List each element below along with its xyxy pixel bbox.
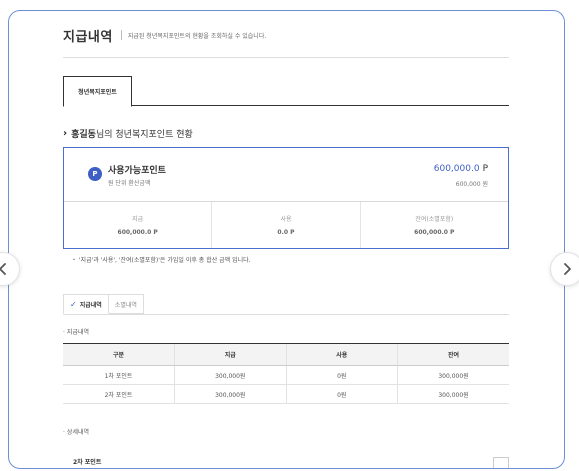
sub-tab-underline bbox=[63, 314, 509, 315]
stat-value: 600,000.0 P bbox=[414, 229, 455, 236]
table-cell: 300,000원 bbox=[397, 384, 509, 404]
status-heading: › 홍길동 님의 청년복지포인트 현황 bbox=[63, 127, 193, 140]
tab-expiry-history[interactable]: 소멸내역 bbox=[108, 294, 144, 314]
stat-balance: 잔여(소멸포함) 600,000.0 P bbox=[359, 202, 508, 248]
section-payment-text: 지급내역 bbox=[66, 329, 90, 336]
bullet-icon: · bbox=[63, 429, 65, 436]
available-point-sublabel: 원 단위 환산금액 bbox=[108, 180, 151, 187]
title-underline bbox=[63, 57, 509, 58]
table-cell: 300,000원 bbox=[174, 365, 286, 385]
table-cell: 0원 bbox=[285, 365, 398, 385]
stat-label: 사용 bbox=[280, 216, 292, 223]
column-header: 사용 bbox=[285, 343, 398, 366]
tab-label: 지급내역 bbox=[79, 301, 102, 309]
column-header: 구분 bbox=[63, 343, 175, 366]
table-row: 1차 포인트 300,000원 0원 300,000원 bbox=[63, 365, 509, 385]
chevron-left-icon bbox=[0, 263, 6, 275]
chevron-right-icon bbox=[564, 263, 571, 275]
stat-value: 600,000.0 P bbox=[117, 229, 158, 236]
title-row: 지급내역 지급된 청년복지포인트의 현황을 조회하실 수 있습니다. bbox=[63, 25, 266, 45]
available-point-row: P 사용가능포인트 원 단위 환산금액 600,000.0 P 600,000 원 bbox=[64, 148, 508, 202]
detail-toggle[interactable] bbox=[493, 457, 509, 468]
content-panel: 지급내역 지급된 청년복지포인트의 현황을 조회하실 수 있습니다. 청년복지포… bbox=[8, 10, 565, 469]
tab-payment-history[interactable]: ✓ 지급내역 bbox=[63, 294, 109, 314]
page-title: 지급내역 bbox=[63, 29, 113, 45]
point-icon: P bbox=[88, 167, 102, 181]
status-heading-text: 님의 청년복지포인트 현황 bbox=[95, 130, 193, 140]
sub-tab-bar: ✓ 지급내역 소멸내역 bbox=[63, 294, 144, 314]
table-cell: 0원 bbox=[285, 384, 398, 404]
point-summary-card: P 사용가능포인트 원 단위 환산금액 600,000.0 P 600,000 원… bbox=[63, 147, 509, 249]
table-header-row: 구분 지급 사용 잔여 bbox=[63, 343, 509, 366]
next-arrow-button[interactable] bbox=[550, 252, 579, 286]
stat-label: 지급 bbox=[132, 216, 144, 223]
table-cell: 2차 포인트 bbox=[63, 384, 175, 404]
tab-youth-welfare-point[interactable]: 청년복지포인트 bbox=[63, 76, 132, 107]
column-header: 잔여 bbox=[397, 343, 509, 366]
page-description: 지급된 청년복지포인트의 현황을 조회하실 수 있습니다. bbox=[127, 32, 267, 40]
section-detail-label: · 상세내역 bbox=[63, 427, 89, 436]
title-divider bbox=[120, 30, 122, 40]
available-point-unit: P bbox=[482, 164, 488, 174]
available-point-value: 600,000.0 P bbox=[434, 164, 488, 174]
table-row: 2차 포인트 300,000원 0원 300,000원 bbox=[63, 384, 509, 404]
summary-note: ・ '지급'과 '사용', '잔여(소멸포함)'은 가입일 이후 총 합산 금액… bbox=[71, 257, 251, 264]
stat-payment: 지급 600,000.0 P bbox=[64, 202, 211, 248]
check-icon: ✓ bbox=[70, 299, 77, 309]
point-stats-row: 지급 600,000.0 P 사용 0.0 P 잔여(소멸포함) 600,000… bbox=[64, 202, 508, 248]
table-cell: 300,000원 bbox=[174, 384, 286, 404]
payment-table: 구분 지급 사용 잔여 1차 포인트 300,000원 0원 300,000원 … bbox=[63, 343, 509, 404]
section-payment-label: · 지급내역 bbox=[63, 327, 89, 336]
detail-title: 2차 포인트 bbox=[73, 459, 102, 466]
user-name: 홍길동 bbox=[71, 130, 96, 140]
available-point-won: 600,000 원 bbox=[455, 181, 488, 188]
stat-value: 0.0 P bbox=[277, 229, 295, 236]
stat-label: 잔여(소멸포함) bbox=[415, 216, 454, 223]
bullet-icon: · bbox=[63, 329, 65, 336]
stat-usage: 사용 0.0 P bbox=[211, 202, 359, 248]
available-point-number: 600,000.0 bbox=[433, 164, 480, 174]
table-cell: 1차 포인트 bbox=[63, 365, 175, 385]
available-point-label: 사용가능포인트 bbox=[108, 166, 166, 176]
column-header: 지급 bbox=[174, 343, 286, 366]
table-cell: 300,000원 bbox=[397, 365, 509, 385]
section-detail-text: 상세내역 bbox=[66, 429, 90, 436]
tab-strip: 청년복지포인트 bbox=[63, 76, 509, 107]
chevron-right-icon: › bbox=[63, 128, 68, 139]
